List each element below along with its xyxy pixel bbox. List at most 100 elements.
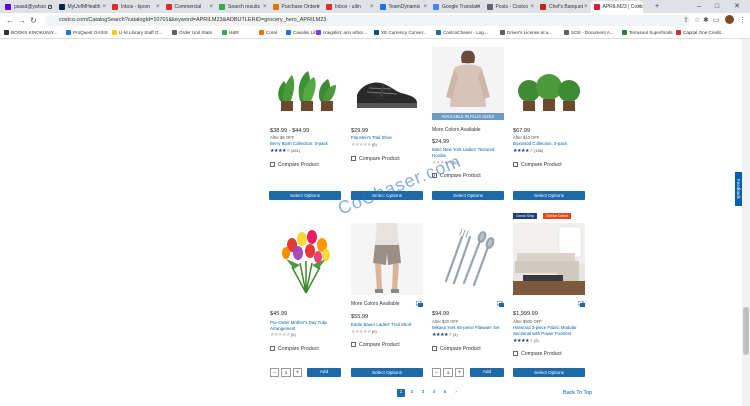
forward-icon[interactable]: → — [18, 15, 26, 26]
tab-label: psasd@yahoo — [14, 4, 47, 10]
product-name-link[interactable]: Eddie Bauer Ladies' Trail Short — [351, 322, 423, 328]
compare-product-checkbox[interactable]: Compare Product — [270, 162, 319, 168]
browser-tab[interactable]: Inbox - utlin × — [323, 1, 376, 13]
add-to-cart-button[interactable]: Add — [470, 368, 504, 377]
bookmark-item[interactable]: CostcoChaser - Log... — [436, 28, 488, 38]
maximize-icon[interactable]: □ — [708, 0, 726, 13]
close-tab-icon[interactable]: × — [637, 1, 641, 13]
product-image[interactable] — [513, 223, 585, 295]
browser-tab[interactable]: Search results × — [216, 1, 269, 13]
bookmark-item[interactable]: ProQuest OASIS — [66, 28, 108, 38]
bookmark-item[interactable]: Order Unit Stats — [172, 28, 212, 38]
compare-product-checkbox[interactable]: Compare Product — [270, 346, 319, 352]
bookmark-item[interactable]: SOS - Document A... — [564, 28, 614, 38]
compare-list-icon[interactable] — [497, 301, 504, 307]
plus-icon[interactable]: + — [293, 368, 302, 377]
bookmark-item[interactable]: Terrasoul Superfoods — [622, 28, 673, 38]
close-tab-icon[interactable]: × — [102, 1, 106, 13]
product-name-link[interactable]: Boxwood Collection, 3-pack — [513, 141, 585, 147]
product-image[interactable] — [351, 223, 423, 295]
page-3-link[interactable]: 3 — [419, 389, 427, 397]
bookmark-item[interactable]: Capital One Credit... — [676, 28, 725, 38]
minus-icon[interactable]: − — [270, 368, 279, 377]
sidebar-icon[interactable]: ▭ — [713, 16, 720, 25]
product-name-link[interactable]: Fila Men's Trail Shoe — [351, 135, 423, 141]
avatar[interactable] — [725, 15, 734, 24]
new-tab-button[interactable]: + — [648, 0, 666, 13]
close-tab-icon[interactable]: × — [209, 1, 213, 13]
page-5-link[interactable]: 5 — [441, 389, 449, 397]
close-tab-icon[interactable]: × — [156, 1, 160, 13]
bookmark-item[interactable]: Coral — [259, 28, 277, 38]
add-to-cart-button[interactable]: Add — [307, 368, 341, 377]
compare-product-checkbox[interactable]: Compare Product — [351, 342, 400, 348]
compare-product-checkbox[interactable]: Compare Product — [432, 346, 481, 352]
close-tab-icon[interactable]: × — [263, 1, 267, 13]
page-4-link[interactable]: 4 — [430, 389, 438, 397]
quantity-input[interactable]: 1 — [443, 368, 453, 377]
compare-product-checkbox[interactable]: Compare Product — [513, 162, 562, 168]
url-input[interactable]: costco.com/CatalogSearch?catalogId=10701… — [45, 15, 690, 26]
browser-tab[interactable]: Inbox - kpom × — [109, 1, 162, 13]
minimize-icon[interactable]: – — [690, 0, 708, 13]
minus-icon[interactable]: − — [432, 368, 441, 377]
compare-list-icon[interactable] — [578, 301, 585, 307]
quantity-input[interactable]: 1 — [281, 368, 291, 377]
browser-tab[interactable]: Purchase Orders × — [270, 1, 323, 13]
select-options-button[interactable]: Select Options — [432, 191, 504, 200]
product-image[interactable] — [270, 61, 342, 123]
product-name-link[interactable]: Berry Bush Collection, 3-pack — [270, 141, 342, 147]
product-image[interactable] — [351, 61, 423, 123]
product-image[interactable] — [270, 223, 342, 295]
extensions-icon[interactable]: ✱ — [703, 16, 709, 25]
close-window-icon[interactable]: ✕ — [728, 0, 746, 13]
back-to-top-link[interactable]: Back To Top — [563, 390, 592, 396]
close-tab-icon[interactable]: × — [584, 1, 588, 13]
browser-tab[interactable]: psasd@yahoo × — [2, 1, 55, 13]
browser-tab[interactable]: Google Translate × — [430, 1, 483, 13]
close-tab-icon[interactable]: × — [370, 1, 374, 13]
browser-tab[interactable]: Commercial × — [163, 1, 216, 13]
product-name-link[interactable]: Harwood 3-piece Fabric Modular Sectional… — [513, 325, 585, 336]
next-page-icon[interactable]: › — [452, 389, 460, 397]
share-icon[interactable]: ⇪ — [683, 16, 689, 25]
select-options-button[interactable]: Select Options — [513, 191, 585, 200]
browser-tab[interactable]: Posts - Costco × — [484, 1, 537, 13]
browser-tab[interactable]: TeamDynamix × — [377, 1, 430, 13]
browser-tab[interactable]: Chef's Banquet × — [537, 1, 590, 13]
product-image[interactable] — [432, 47, 504, 113]
product-image[interactable] — [513, 61, 585, 123]
close-tab-icon[interactable]: × — [530, 1, 534, 13]
close-tab-icon[interactable]: × — [477, 1, 481, 13]
close-tab-icon[interactable]: × — [423, 1, 427, 13]
bookmark-item[interactable]: Driver's License at a... — [500, 28, 552, 38]
bookmark-item[interactable]: H&R — [222, 28, 239, 38]
bookmark-item[interactable]: U-M Library Staff O... — [112, 28, 162, 38]
select-options-button[interactable]: Select Options — [513, 368, 585, 377]
compare-list-icon[interactable] — [416, 301, 423, 307]
bookmark-item[interactable]: XE Currency Conver... — [374, 28, 427, 38]
bookmark-star-icon[interactable]: ☆ — [694, 16, 700, 25]
bookmark-favicon-icon — [316, 30, 321, 35]
back-icon[interactable]: ← — [6, 15, 14, 26]
compare-product-checkbox[interactable]: Compare Product — [513, 351, 562, 357]
select-options-button[interactable]: Select Options — [351, 368, 423, 377]
compare-product-checkbox[interactable]: Compare Product — [351, 156, 400, 162]
product-name-link[interactable]: Mikasa York 65-piece Flatware Set — [432, 325, 504, 331]
menu-dots-icon[interactable]: ⋮ — [739, 16, 746, 25]
select-options-button[interactable]: Select Options — [269, 191, 341, 200]
product-name-link[interactable]: Pre-Order Mother's Day Tulip Arrangement — [270, 320, 342, 331]
reload-icon[interactable]: ↻ — [30, 15, 37, 26]
browser-tab[interactable]: APRILM23 | Costco × — [590, 1, 643, 13]
bookmark-item[interactable]: Cavalini Libri — [286, 28, 319, 38]
bookmark-item[interactable]: craigslist: ann arbor... — [316, 28, 367, 38]
scrollbar-thumb[interactable] — [743, 307, 749, 355]
page-1-link[interactable]: 1 — [397, 389, 405, 397]
browser-tab[interactable]: MyUofMHealth × — [56, 1, 109, 13]
product-image[interactable] — [432, 223, 504, 295]
close-tab-icon[interactable]: × — [316, 1, 320, 13]
plus-icon[interactable]: + — [455, 368, 464, 377]
bookmark-item[interactable]: BOOKS KINOKUNIY... — [4, 28, 57, 38]
feedback-tab[interactable]: Feedback — [735, 172, 742, 206]
page-2-link[interactable]: 2 — [408, 389, 416, 397]
